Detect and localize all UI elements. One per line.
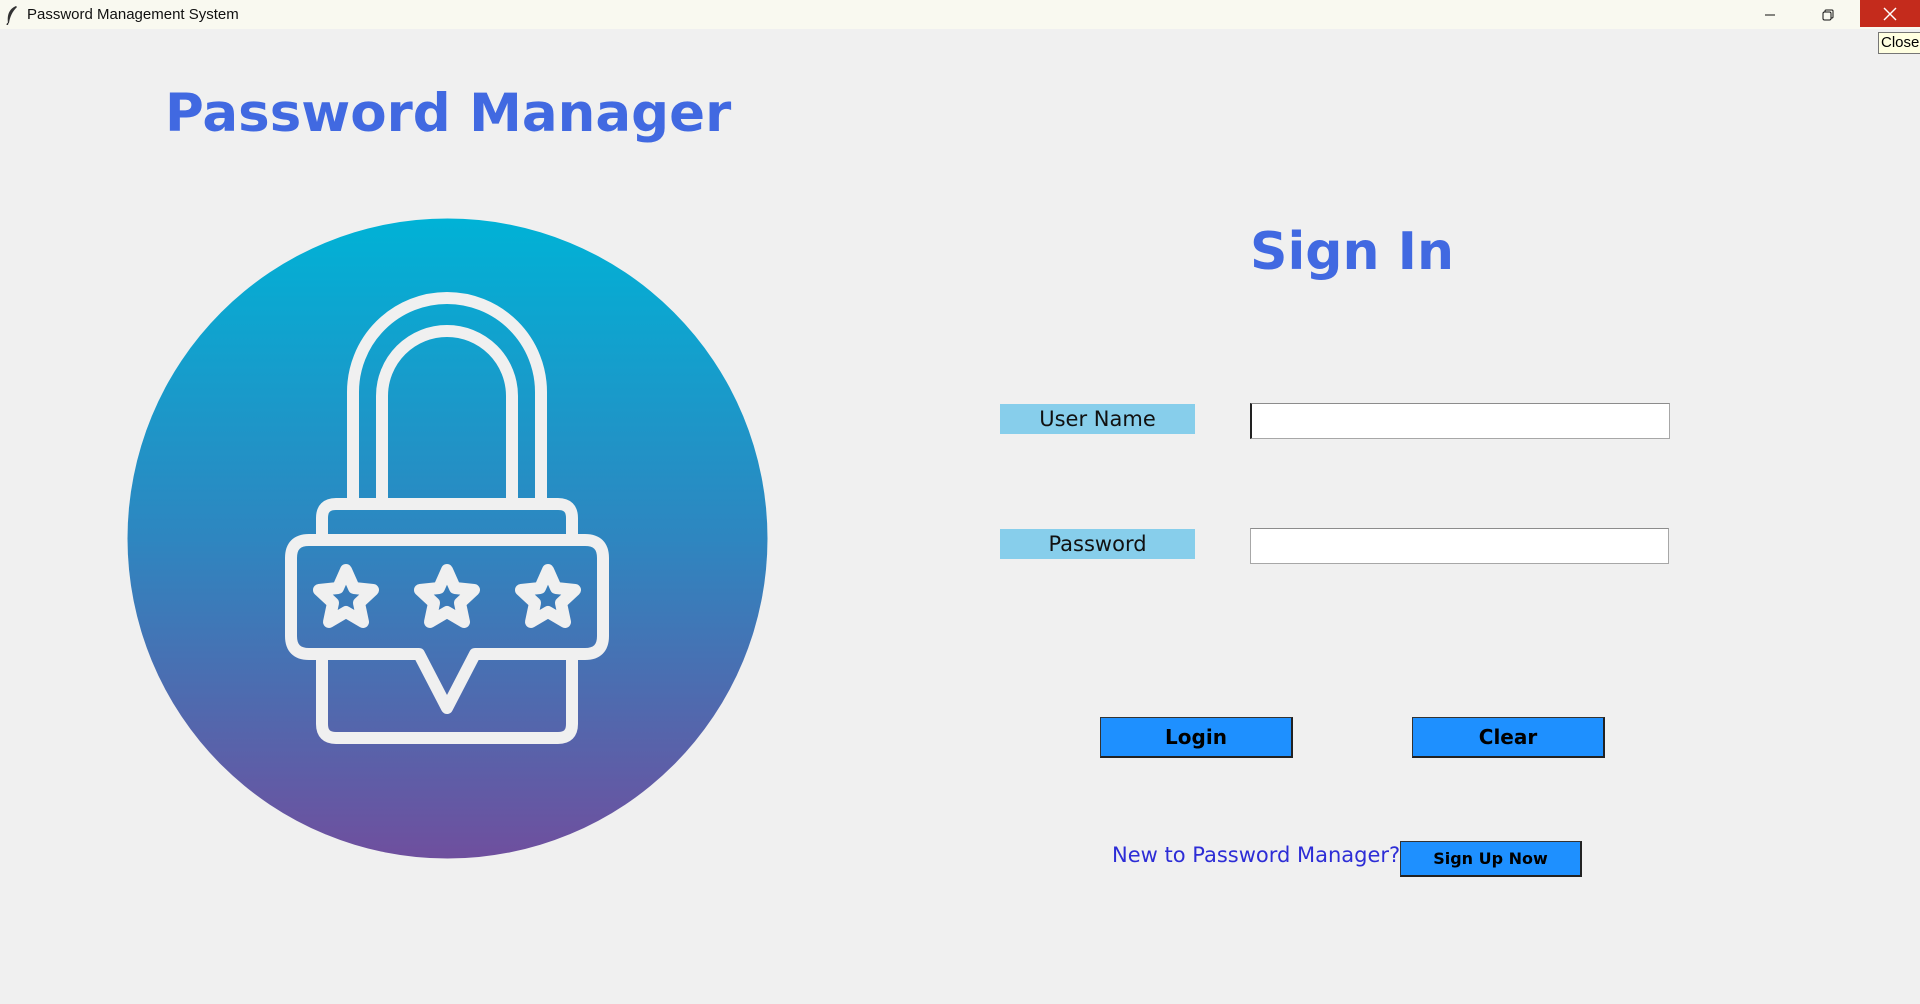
restore-icon [1822, 9, 1834, 20]
password-label: Password [1000, 529, 1195, 559]
username-label: User Name [1000, 404, 1195, 434]
app-window: Password Management System Close Passwor… [0, 0, 1920, 1004]
title-bar: Password Management System [0, 0, 1920, 29]
login-button[interactable]: Login [1100, 717, 1293, 758]
feather-icon [6, 6, 17, 25]
restore-button[interactable] [1799, 0, 1857, 29]
minimize-icon [1765, 14, 1775, 15]
password-input[interactable] [1250, 528, 1669, 564]
minimize-button[interactable] [1741, 0, 1799, 29]
window-title: Password Management System [27, 6, 239, 23]
signup-button[interactable]: Sign Up Now [1400, 841, 1582, 877]
app-title: Password Manager [165, 83, 732, 144]
username-input[interactable] [1250, 403, 1670, 439]
close-icon [1883, 7, 1897, 20]
close-tooltip: Close [1878, 32, 1920, 54]
clear-button[interactable]: Clear [1412, 717, 1605, 758]
signin-heading: Sign In [1250, 222, 1454, 282]
new-user-prompt: New to Password Manager? [1112, 843, 1401, 867]
padlock-stars-icon [127, 218, 768, 859]
close-button[interactable] [1860, 0, 1920, 27]
